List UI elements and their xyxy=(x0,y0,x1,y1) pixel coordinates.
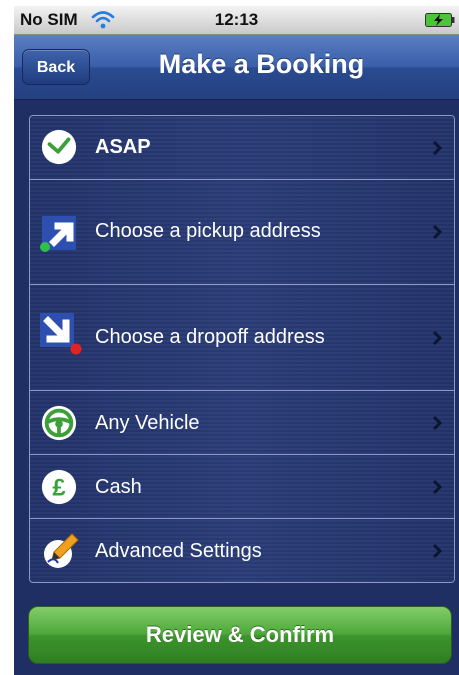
option-label-dropoff: Choose a dropoff address xyxy=(95,326,325,348)
battery-charging-icon xyxy=(425,13,455,27)
option-row-cash[interactable]: £ Cash xyxy=(30,455,454,519)
option-label-vehicle: Any Vehicle xyxy=(95,412,200,434)
pickup-arrow-icon xyxy=(40,216,76,252)
chevron-right-icon xyxy=(432,224,442,240)
status-time: 12:13 xyxy=(214,10,259,29)
option-row-dropoff[interactable]: Choose a dropoff address xyxy=(30,285,454,391)
option-label-cash: Cash xyxy=(95,476,142,498)
chevron-right-icon xyxy=(432,543,442,559)
navigation-bar: Back Make a Booking xyxy=(14,35,459,100)
option-label-pickup: Choose a pickup address xyxy=(95,220,321,242)
option-row-asap[interactable]: ASAP xyxy=(30,116,454,180)
option-row-vehicle[interactable]: Any Vehicle xyxy=(30,391,454,455)
status-bar: No SIM 12:13 xyxy=(14,6,459,35)
svg-text:£: £ xyxy=(52,475,65,502)
option-row-pickup[interactable]: Choose a pickup address xyxy=(30,180,454,285)
pound-icon: £ xyxy=(41,469,77,505)
option-row-advanced[interactable]: Advanced Settings xyxy=(30,519,454,582)
chevron-right-icon xyxy=(432,140,442,156)
option-label-asap: ASAP xyxy=(95,136,151,158)
clock-icon xyxy=(41,129,77,165)
option-label-advanced: Advanced Settings xyxy=(95,540,262,562)
dropoff-arrow-icon xyxy=(40,313,82,355)
page-title: Make a Booking xyxy=(158,49,365,79)
chevron-right-icon xyxy=(432,479,442,495)
phone-screen: No SIM 12:13 Back Make a Booking ASAP Ch… xyxy=(14,6,459,675)
steering-wheel-icon xyxy=(41,405,77,441)
pen-icon xyxy=(44,533,79,568)
chevron-right-icon xyxy=(432,330,442,346)
back-button[interactable]: Back xyxy=(22,49,90,85)
chevron-right-icon xyxy=(432,415,442,431)
booking-options-list: ASAP Choose a pickup address Choose a dr… xyxy=(29,115,455,583)
review-confirm-button[interactable]: Review & Confirm xyxy=(28,606,452,664)
